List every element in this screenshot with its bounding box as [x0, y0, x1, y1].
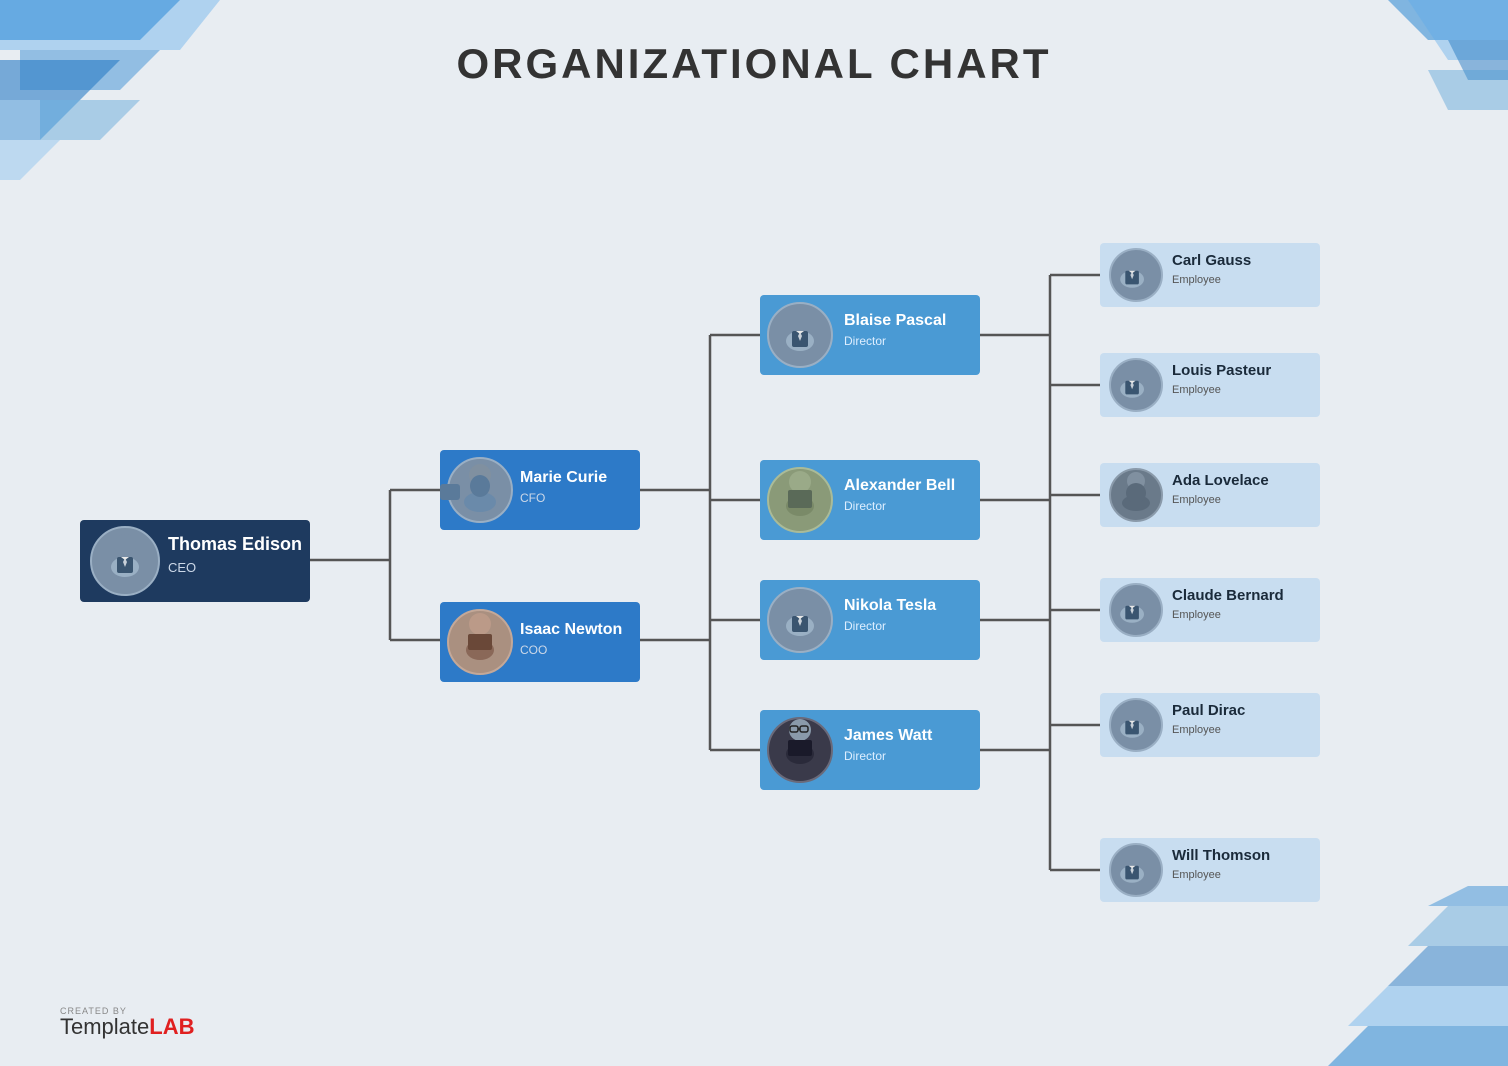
org-chart: Thomas Edison CEO Marie Curie CFO Isaac …: [0, 110, 1508, 1010]
ceo-node: Thomas Edison CEO: [80, 520, 310, 602]
ceo-name: Thomas Edison: [168, 534, 302, 554]
cfo-name: Marie Curie: [520, 469, 607, 486]
employee-gauss-name: Carl Gauss: [1172, 252, 1251, 269]
employee-lovelace-name: Ada Lovelace: [1172, 472, 1269, 489]
employee-bernard-name: Claude Bernard: [1172, 587, 1284, 604]
employee-dirac-title: Employee: [1172, 724, 1221, 736]
employee-bernard-title: Employee: [1172, 609, 1221, 621]
employee-gauss-node: Carl Gauss Employee: [1100, 243, 1320, 307]
director-watt-node: James Watt Director: [760, 710, 980, 790]
coo-title: COO: [520, 643, 547, 657]
director-bell-node: Alexander Bell Director: [760, 460, 980, 540]
watermark: CREATED BY TemplateLAB: [60, 1007, 195, 1038]
director-bell-name: Alexander Bell: [844, 477, 955, 494]
employee-thomson-node: Will Thomson Employee: [1100, 838, 1320, 902]
director-pascal-title: Director: [844, 334, 886, 348]
cfo-title: CFO: [520, 491, 545, 505]
director-tesla-name: Nikola Tesla: [844, 597, 936, 614]
employee-gauss-title: Employee: [1172, 274, 1221, 286]
ceo-title: CEO: [168, 560, 196, 575]
employee-thomson-title: Employee: [1172, 869, 1221, 881]
cfo-node: Marie Curie CFO: [440, 450, 640, 530]
coo-name: Isaac Newton: [520, 621, 622, 638]
page-title: ORGANIZATIONAL CHART: [0, 40, 1508, 88]
employee-pasteur-name: Louis Pasteur: [1172, 362, 1271, 379]
employee-lovelace-title: Employee: [1172, 494, 1221, 506]
director-watt-title: Director: [844, 749, 886, 763]
employee-pasteur-node: Louis Pasteur Employee: [1100, 353, 1320, 417]
coo-node: Isaac Newton COO: [440, 602, 640, 682]
director-tesla-title: Director: [844, 619, 886, 633]
director-tesla-node: Nikola Tesla Director: [760, 580, 980, 660]
director-watt-name: James Watt: [844, 727, 933, 744]
brand-label: TemplateLAB: [60, 1016, 195, 1038]
employee-dirac-node: Paul Dirac Employee: [1100, 693, 1320, 757]
employee-lovelace-node: Ada Lovelace Employee: [1100, 463, 1320, 527]
director-bell-title: Director: [844, 499, 886, 513]
employee-pasteur-title: Employee: [1172, 384, 1221, 396]
employee-bernard-node: Claude Bernard Employee: [1100, 578, 1320, 642]
employee-dirac-name: Paul Dirac: [1172, 702, 1245, 719]
employee-thomson-name: Will Thomson: [1172, 847, 1270, 864]
director-pascal-node: Blaise Pascal Director: [760, 295, 980, 375]
director-pascal-name: Blaise Pascal: [844, 312, 946, 329]
